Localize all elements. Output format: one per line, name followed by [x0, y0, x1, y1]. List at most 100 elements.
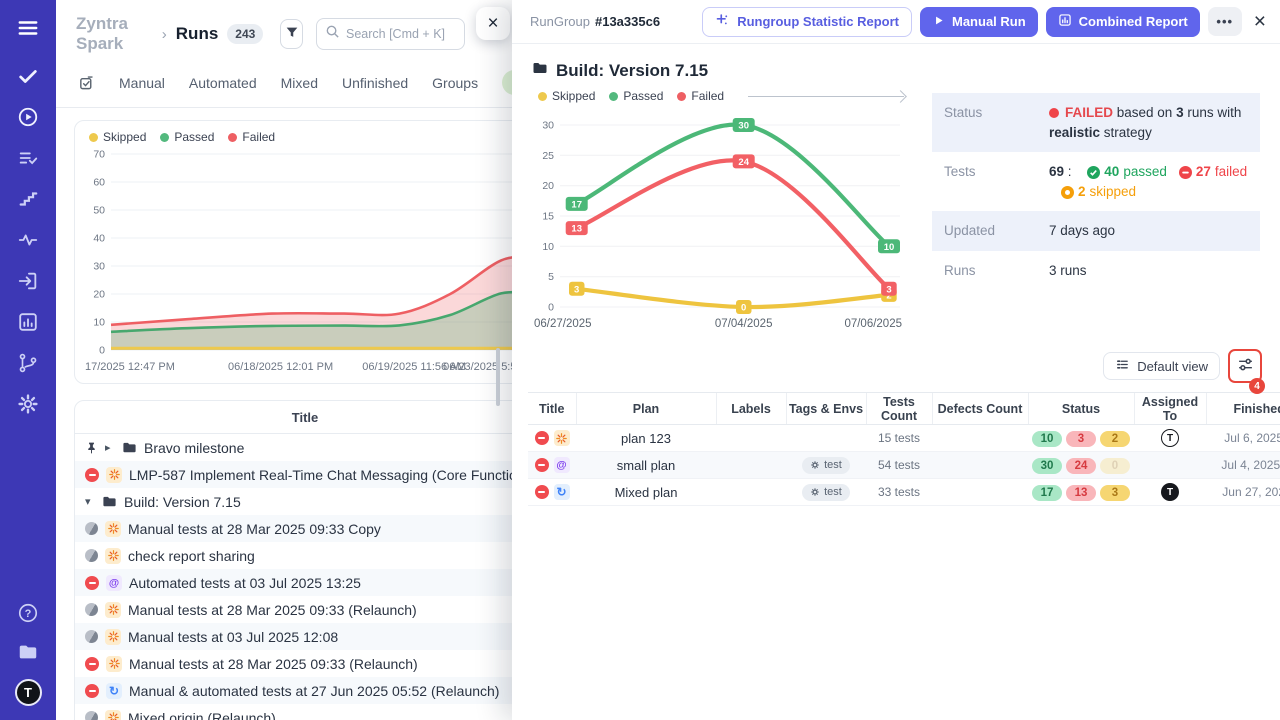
runs-header: Zyntra Spark › Runs 243 — [76, 14, 498, 54]
column-header[interactable]: Defects Count — [932, 393, 1028, 425]
manual-run-button[interactable]: Manual Run — [920, 7, 1038, 37]
play-circle-icon[interactable] — [16, 105, 40, 129]
neutral-status-icon — [85, 711, 98, 720]
breadcrumb-separator: › — [162, 26, 167, 43]
projects-icon[interactable] — [16, 640, 40, 664]
import-icon[interactable] — [16, 269, 40, 293]
svg-text:20: 20 — [542, 180, 554, 192]
panel-edge-close-button[interactable]: × — [476, 7, 510, 40]
table-toolbar: Default view 4 — [512, 338, 1280, 390]
status-pill: 24 — [1066, 458, 1096, 474]
failed-legend-dot — [677, 92, 686, 101]
run-title: check report sharing — [128, 548, 255, 564]
list-item[interactable]: ↻Manual & automated tests at 27 Jun 2025… — [75, 677, 512, 704]
run-title: Manual tests at 28 Mar 2025 09:33 (Relau… — [128, 602, 417, 618]
neutral-status-icon — [85, 549, 98, 562]
table-row[interactable]: ↻Mixed plantest33 tests17133TJun 27, 202… — [528, 479, 1280, 506]
activity-icon[interactable] — [16, 228, 40, 252]
git-branch-icon[interactable] — [16, 351, 40, 375]
column-header[interactable]: Tests Count — [866, 393, 932, 425]
caret-down-icon[interactable]: ▾ — [85, 495, 95, 508]
rungroup-statistic-report-button[interactable]: Rungroup Statistic Report — [702, 7, 912, 37]
workspace-pill[interactable]: test work — [502, 70, 512, 95]
column-header[interactable]: Labels — [716, 393, 786, 425]
default-view-button[interactable]: Default view — [1103, 352, 1220, 380]
list-item[interactable]: Manual tests at 28 Mar 2025 09:33 Copy — [75, 515, 512, 542]
list-item[interactable]: Manual tests at 03 Jul 2025 12:08 — [75, 623, 512, 650]
bar-chart-icon — [1058, 13, 1072, 30]
rungroup-title: Build: Version 7.15 — [512, 44, 1280, 87]
check-icon[interactable] — [16, 64, 40, 88]
svg-text:0: 0 — [99, 345, 105, 357]
menu-icon[interactable] — [16, 16, 40, 40]
tests-count-cell: 15 tests — [866, 425, 932, 452]
runs-tabs: Manual Automated Mixed Unfinished Groups tes… — [56, 70, 512, 108]
failed-dot-icon — [1049, 108, 1059, 118]
tags-cell — [786, 425, 866, 452]
tab-groups[interactable]: Groups — [432, 75, 478, 91]
list-item[interactable]: ▸Bravo milestone — [75, 434, 512, 461]
combined-report-button[interactable]: Combined Report — [1046, 7, 1200, 37]
list-header-title[interactable]: Title — [75, 401, 512, 434]
filter-button[interactable] — [280, 19, 303, 49]
list-item[interactable]: LMP-587 Implement Real-Time Chat Messagi… — [75, 461, 512, 488]
column-header[interactable]: Finished At — [1206, 393, 1280, 425]
failed-status-icon — [535, 485, 549, 499]
more-actions-button[interactable]: ••• — [1208, 7, 1242, 36]
checklist-icon[interactable] — [16, 146, 40, 170]
annotation-number-badge: 4 — [1249, 378, 1265, 394]
gear-icon[interactable] — [16, 392, 40, 416]
list-item[interactable]: Manual tests at 28 Mar 2025 09:33 (Relau… — [75, 650, 512, 677]
tab-manual[interactable]: Manual — [119, 75, 165, 91]
defects-count-cell — [932, 425, 1028, 452]
svg-text:13: 13 — [571, 224, 582, 235]
tag-pill[interactable]: test — [802, 457, 850, 474]
labels-cell — [716, 452, 786, 479]
detail-row-runs: Runs 3 runs — [932, 251, 1260, 291]
column-header[interactable]: Assigned To — [1134, 393, 1206, 425]
caret-right-icon[interactable]: ▸ — [105, 441, 115, 454]
page-scrollbar[interactable] — [496, 348, 500, 406]
status-pill: 0 — [1100, 458, 1130, 474]
list-item[interactable]: @Automated tests at 03 Jul 2025 13:25 — [75, 569, 512, 596]
close-panel-button[interactable]: × — [1254, 10, 1266, 34]
search-input[interactable] — [346, 27, 456, 41]
tab-mixed[interactable]: Mixed — [281, 75, 318, 91]
table-row[interactable]: @small plantest54 tests30240Jul 4, 2025 … — [528, 452, 1280, 479]
table-row[interactable]: plan 12315 tests1032TJul 6, 2025 7:40 — [528, 425, 1280, 452]
column-settings-button[interactable] — [1232, 353, 1258, 379]
assignee-avatar[interactable]: T — [1161, 429, 1179, 447]
bar-chart-icon[interactable] — [16, 310, 40, 334]
steps-icon[interactable] — [16, 187, 40, 211]
assignee-cell — [1134, 452, 1206, 479]
assignee-avatar[interactable]: T — [1161, 483, 1179, 501]
column-header[interactable]: Status — [1028, 393, 1134, 425]
failed-status-icon — [85, 657, 99, 671]
svg-text:10: 10 — [93, 317, 105, 329]
runs-count-badge: 243 — [227, 24, 263, 44]
user-avatar[interactable]: T — [15, 679, 42, 706]
runs-list-card: Title ▸Bravo milestoneLMP-587 Implement … — [74, 400, 512, 720]
tab-automated[interactable]: Automated — [189, 75, 257, 91]
folder-icon — [532, 60, 548, 81]
list-item[interactable]: Mixed origin (Relaunch) — [75, 704, 512, 720]
column-header[interactable]: Plan — [576, 393, 716, 425]
sparkles-icon — [715, 13, 730, 31]
tab-unfinished[interactable]: Unfinished — [342, 75, 408, 91]
legend-label: Skipped — [552, 89, 595, 103]
list-item[interactable]: check report sharing — [75, 542, 512, 569]
breadcrumb-project[interactable]: Zyntra Spark — [76, 14, 153, 54]
svg-text:17: 17 — [571, 200, 582, 211]
column-header[interactable]: Tags & Envs — [786, 393, 866, 425]
column-header[interactable]: Title — [528, 393, 576, 425]
select-runs-icon[interactable] — [78, 74, 95, 91]
sidebar-nav — [16, 64, 40, 416]
pin-icon — [85, 441, 98, 454]
list-item[interactable]: ▾Build: Version 7.15 — [75, 488, 512, 515]
help-icon[interactable]: ? — [16, 601, 40, 625]
list-item[interactable]: Manual tests at 28 Mar 2025 09:33 (Relau… — [75, 596, 512, 623]
search-box[interactable] — [316, 18, 465, 50]
svg-text:25: 25 — [542, 150, 554, 162]
tag-pill[interactable]: test — [802, 484, 850, 501]
svg-text:3: 3 — [574, 284, 579, 295]
